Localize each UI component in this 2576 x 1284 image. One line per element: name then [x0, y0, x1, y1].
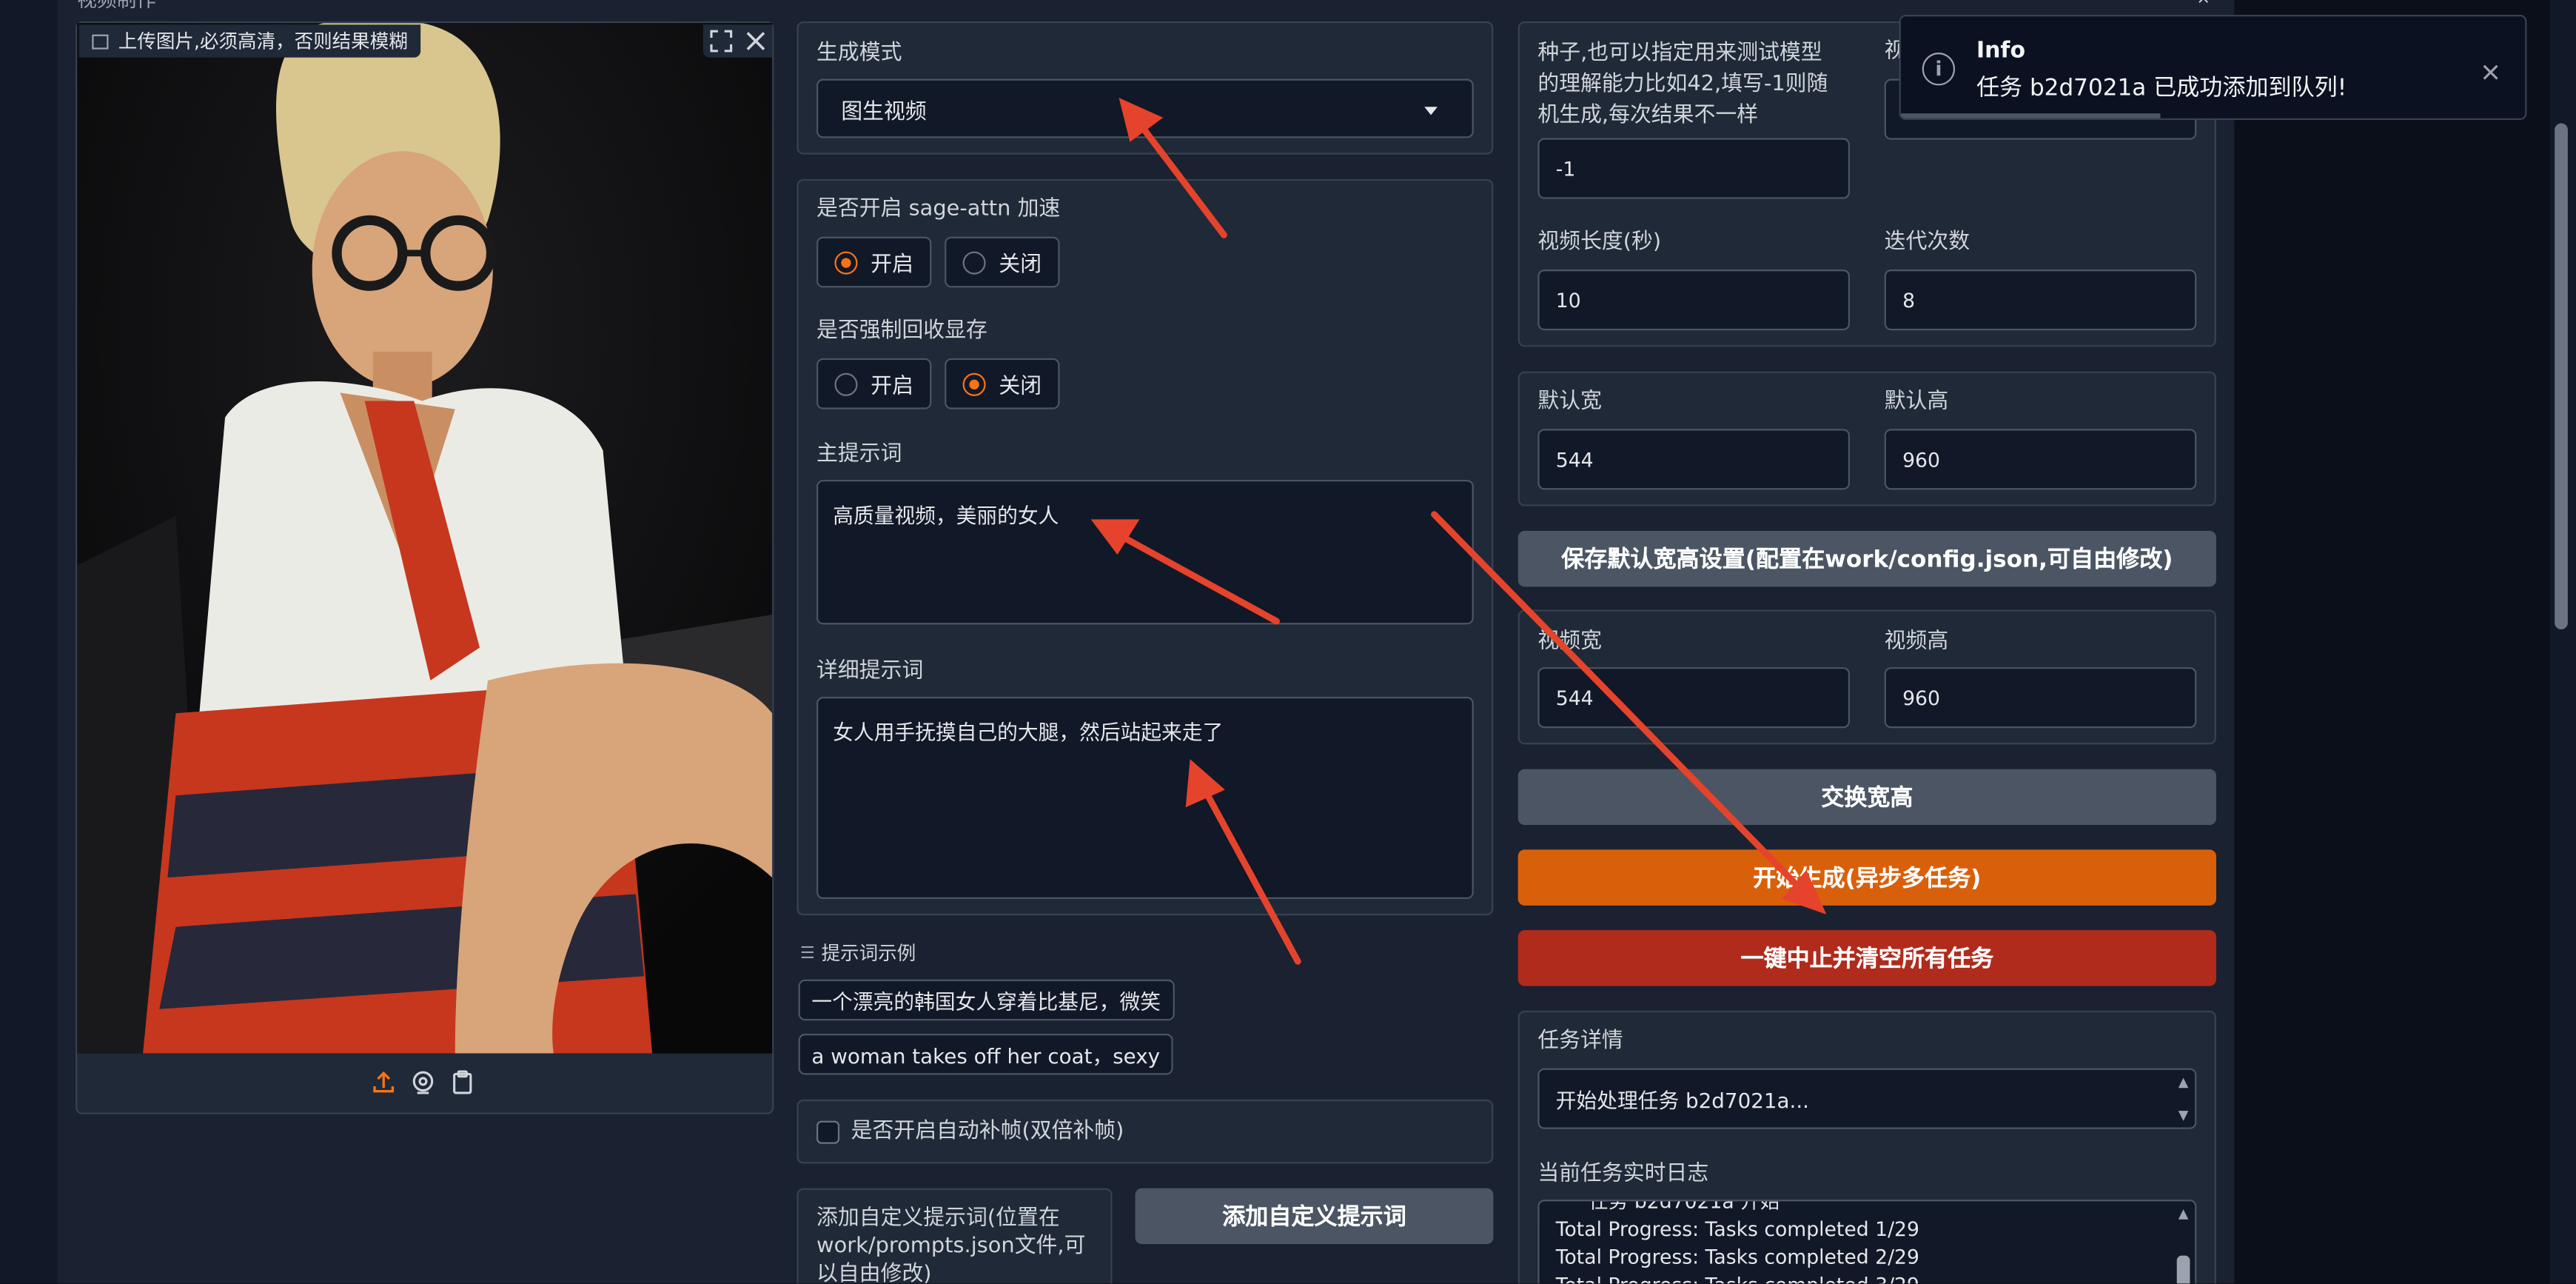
arrow-to-start-button	[1431, 511, 1812, 901]
arrowhead	[1185, 759, 1225, 808]
arrow-to-main-prompt	[1117, 532, 1280, 625]
arrow-to-detail-prompt	[1201, 785, 1301, 965]
arrowhead	[1090, 519, 1140, 555]
annotation-arrows	[1090, 98, 1827, 965]
arrow-to-mode	[1133, 116, 1227, 238]
arrowhead	[1118, 98, 1164, 142]
